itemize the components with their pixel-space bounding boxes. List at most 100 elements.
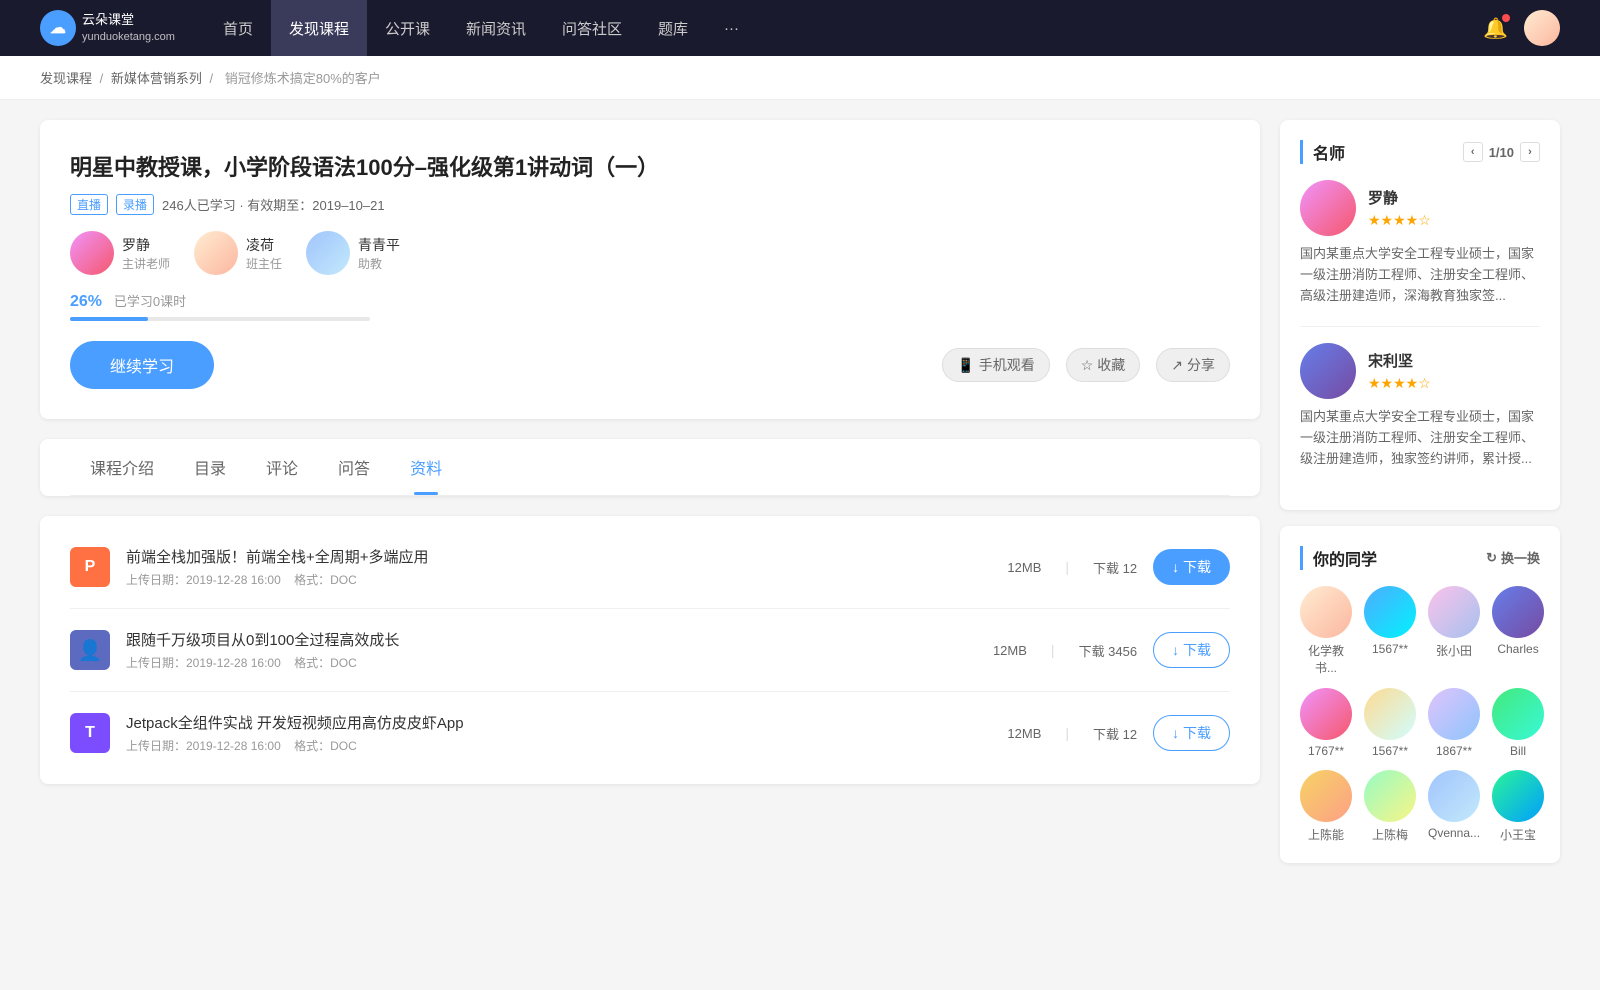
teacher-role-0: 主讲老师 — [122, 255, 170, 272]
share-icon: ↗ — [1171, 357, 1183, 374]
classmate-2[interactable]: 张小田 — [1428, 586, 1480, 676]
nav-discover[interactable]: 发现课程 — [271, 0, 367, 56]
resource-downloads-2: 下载 12 — [1093, 724, 1137, 743]
classmate-10[interactable]: Qvenna... — [1428, 770, 1480, 843]
classmate-avatar-8 — [1300, 770, 1352, 822]
tab-qa[interactable]: 问答 — [318, 439, 390, 495]
resource-meta-0: 上传日期：2019-12-28 16:00 格式：DOC — [126, 571, 991, 588]
badge-recorded: 录播 — [116, 194, 154, 215]
main-layout: 明星中教授课，小学阶段语法100分–强化级第1讲动词（一） 直播 录播 246人… — [0, 100, 1600, 899]
teachers-title-text: 名师 — [1313, 140, 1345, 164]
download-button-1[interactable]: ↓ 下载 — [1153, 632, 1230, 668]
classmate-name-0: 化学教书... — [1300, 642, 1352, 676]
tab-resources[interactable]: 资料 — [390, 439, 462, 495]
classmate-0[interactable]: 化学教书... — [1300, 586, 1352, 676]
classmate-1[interactable]: 1567** — [1364, 586, 1416, 676]
sidebar-teacher-avatar-0[interactable] — [1300, 180, 1356, 236]
breadcrumb-sep-1: / — [100, 71, 107, 86]
classmates-title-text: 你的同学 — [1313, 546, 1377, 570]
teachers-pagination: ‹ 1/10 › — [1463, 142, 1540, 162]
badge-live: 直播 — [70, 194, 108, 215]
favorite-button[interactable]: ☆ 收藏 — [1066, 348, 1141, 382]
classmate-7[interactable]: Bill — [1492, 688, 1544, 758]
tabs-card: 课程介绍 目录 评论 问答 资料 — [40, 439, 1260, 496]
prev-page-btn[interactable]: ‹ — [1463, 142, 1483, 162]
classmate-5[interactable]: 1567** — [1364, 688, 1416, 758]
continue-button[interactable]: 继续学习 — [70, 341, 214, 389]
nav-items: 首页 发现课程 公开课 新闻资讯 问答社区 题库 ··· — [205, 0, 1483, 56]
teacher-avatar-0 — [70, 231, 114, 275]
classmate-avatar-10 — [1428, 770, 1480, 822]
breadcrumb-current: 销冠修炼术搞定80%的客户 — [225, 71, 381, 86]
refresh-label: 换一换 — [1501, 548, 1540, 567]
teacher-avatar-1 — [194, 231, 238, 275]
user-avatar[interactable] — [1524, 10, 1560, 46]
teacher-item-2: 青青平 助教 — [306, 231, 400, 275]
teacher-name-1: 凌荷 — [246, 235, 282, 255]
tab-review[interactable]: 评论 — [246, 439, 318, 495]
bell-button[interactable]: 🔔 — [1483, 16, 1508, 41]
classmate-name-1: 1567** — [1372, 642, 1408, 656]
resource-date-2: 上传日期：2019-12-28 16:00 — [126, 739, 281, 753]
classmate-11[interactable]: 小王宝 — [1492, 770, 1544, 843]
resource-format-0: 格式：DOC — [294, 573, 357, 587]
share-label: 分享 — [1187, 355, 1215, 375]
classmate-3[interactable]: Charles — [1492, 586, 1544, 676]
logo[interactable]: ☁ 云朵课堂yunduoketang.com — [40, 10, 175, 46]
mobile-icon: 📱 — [957, 357, 974, 374]
resource-title-1: 跟随千万级项目从0到100全过程高效成长 — [126, 629, 977, 650]
nav-quiz[interactable]: 题库 — [640, 0, 706, 56]
avatar-image — [1524, 10, 1560, 46]
resource-item-0: P 前端全栈加强版！前端全栈+全周期+多端应用 上传日期：2019-12-28 … — [70, 526, 1230, 609]
nav-qa[interactable]: 问答社区 — [544, 0, 640, 56]
nav-more[interactable]: ··· — [706, 0, 757, 56]
nav-home[interactable]: 首页 — [205, 0, 271, 56]
course-title: 明星中教授课，小学阶段语法100分–强化级第1讲动词（一） — [70, 150, 1230, 182]
classmate-9[interactable]: 上陈梅 — [1364, 770, 1416, 843]
refresh-button[interactable]: ↻ 换一换 — [1486, 548, 1540, 567]
breadcrumb-link-discover[interactable]: 发现课程 — [40, 71, 92, 86]
download-button-0[interactable]: ↓ 下载 — [1153, 549, 1230, 585]
resource-list: P 前端全栈加强版！前端全栈+全周期+多端应用 上传日期：2019-12-28 … — [40, 516, 1260, 784]
sidebar-teacher-name-1: 宋利坚 — [1368, 350, 1431, 371]
classmate-avatar-4 — [1300, 688, 1352, 740]
breadcrumb-link-series[interactable]: 新媒体营销系列 — [111, 71, 202, 86]
resource-info-1: 跟随千万级项目从0到100全过程高效成长 上传日期：2019-12-28 16:… — [126, 629, 977, 671]
classmate-4[interactable]: 1767** — [1300, 688, 1352, 758]
logo-text: 云朵课堂yunduoketang.com — [82, 12, 175, 44]
favorite-icon: ☆ — [1081, 357, 1094, 374]
resource-title-0: 前端全栈加强版！前端全栈+全周期+多端应用 — [126, 546, 991, 567]
resource-item-2: T Jetpack全组件实战 开发短视频应用高仿皮皮虾App 上传日期：2019… — [70, 692, 1230, 774]
teacher-name-2: 青青平 — [358, 235, 400, 255]
share-button[interactable]: ↗ 分享 — [1156, 348, 1230, 382]
resource-size-2: 12MB — [1007, 726, 1041, 741]
content-area: 明星中教授课，小学阶段语法100分–强化级第1讲动词（一） 直播 录播 246人… — [40, 120, 1260, 879]
classmate-name-3: Charles — [1497, 642, 1538, 656]
breadcrumb-sep-2: / — [210, 71, 217, 86]
sidebar-teacher-avatar-1[interactable] — [1300, 343, 1356, 399]
mobile-watch-button[interactable]: 📱 手机观看 — [942, 348, 1049, 382]
resource-date-0: 上传日期：2019-12-28 16:00 — [126, 573, 281, 587]
resource-icon-2: T — [70, 713, 110, 753]
tab-intro[interactable]: 课程介绍 — [70, 439, 174, 495]
download-button-2[interactable]: ↓ 下载 — [1153, 715, 1230, 751]
resource-size-1: 12MB — [993, 643, 1027, 658]
next-page-btn[interactable]: › — [1520, 142, 1540, 162]
nav-right: 🔔 — [1483, 10, 1560, 46]
classmate-name-11: 小王宝 — [1500, 826, 1536, 843]
resource-sep-1: | — [1051, 642, 1055, 658]
resource-meta-1: 上传日期：2019-12-28 16:00 格式：DOC — [126, 654, 977, 671]
nav-news[interactable]: 新闻资讯 — [448, 0, 544, 56]
sidebar-teacher-desc-0: 国内某重点大学安全工程专业硕士，国家一级注册消防工程师、注册安全工程师、高级注册… — [1300, 244, 1540, 306]
refresh-icon: ↻ — [1486, 550, 1497, 566]
classmate-name-6: 1867** — [1436, 744, 1472, 758]
classmate-8[interactable]: 上陈能 — [1300, 770, 1352, 843]
tab-catalog[interactable]: 目录 — [174, 439, 246, 495]
nav-public[interactable]: 公开课 — [367, 0, 448, 56]
sidebar: 名师 ‹ 1/10 › 罗静 ★★★★☆ 国内某重点大学安全工程专业硕士，国家一… — [1280, 120, 1560, 879]
sidebar-teacher-info-1: 宋利坚 ★★★★☆ — [1368, 350, 1431, 392]
classmate-avatar-9 — [1364, 770, 1416, 822]
classmate-avatar-7 — [1492, 688, 1544, 740]
classmate-6[interactable]: 1867** — [1428, 688, 1480, 758]
classmate-avatar-11 — [1492, 770, 1544, 822]
